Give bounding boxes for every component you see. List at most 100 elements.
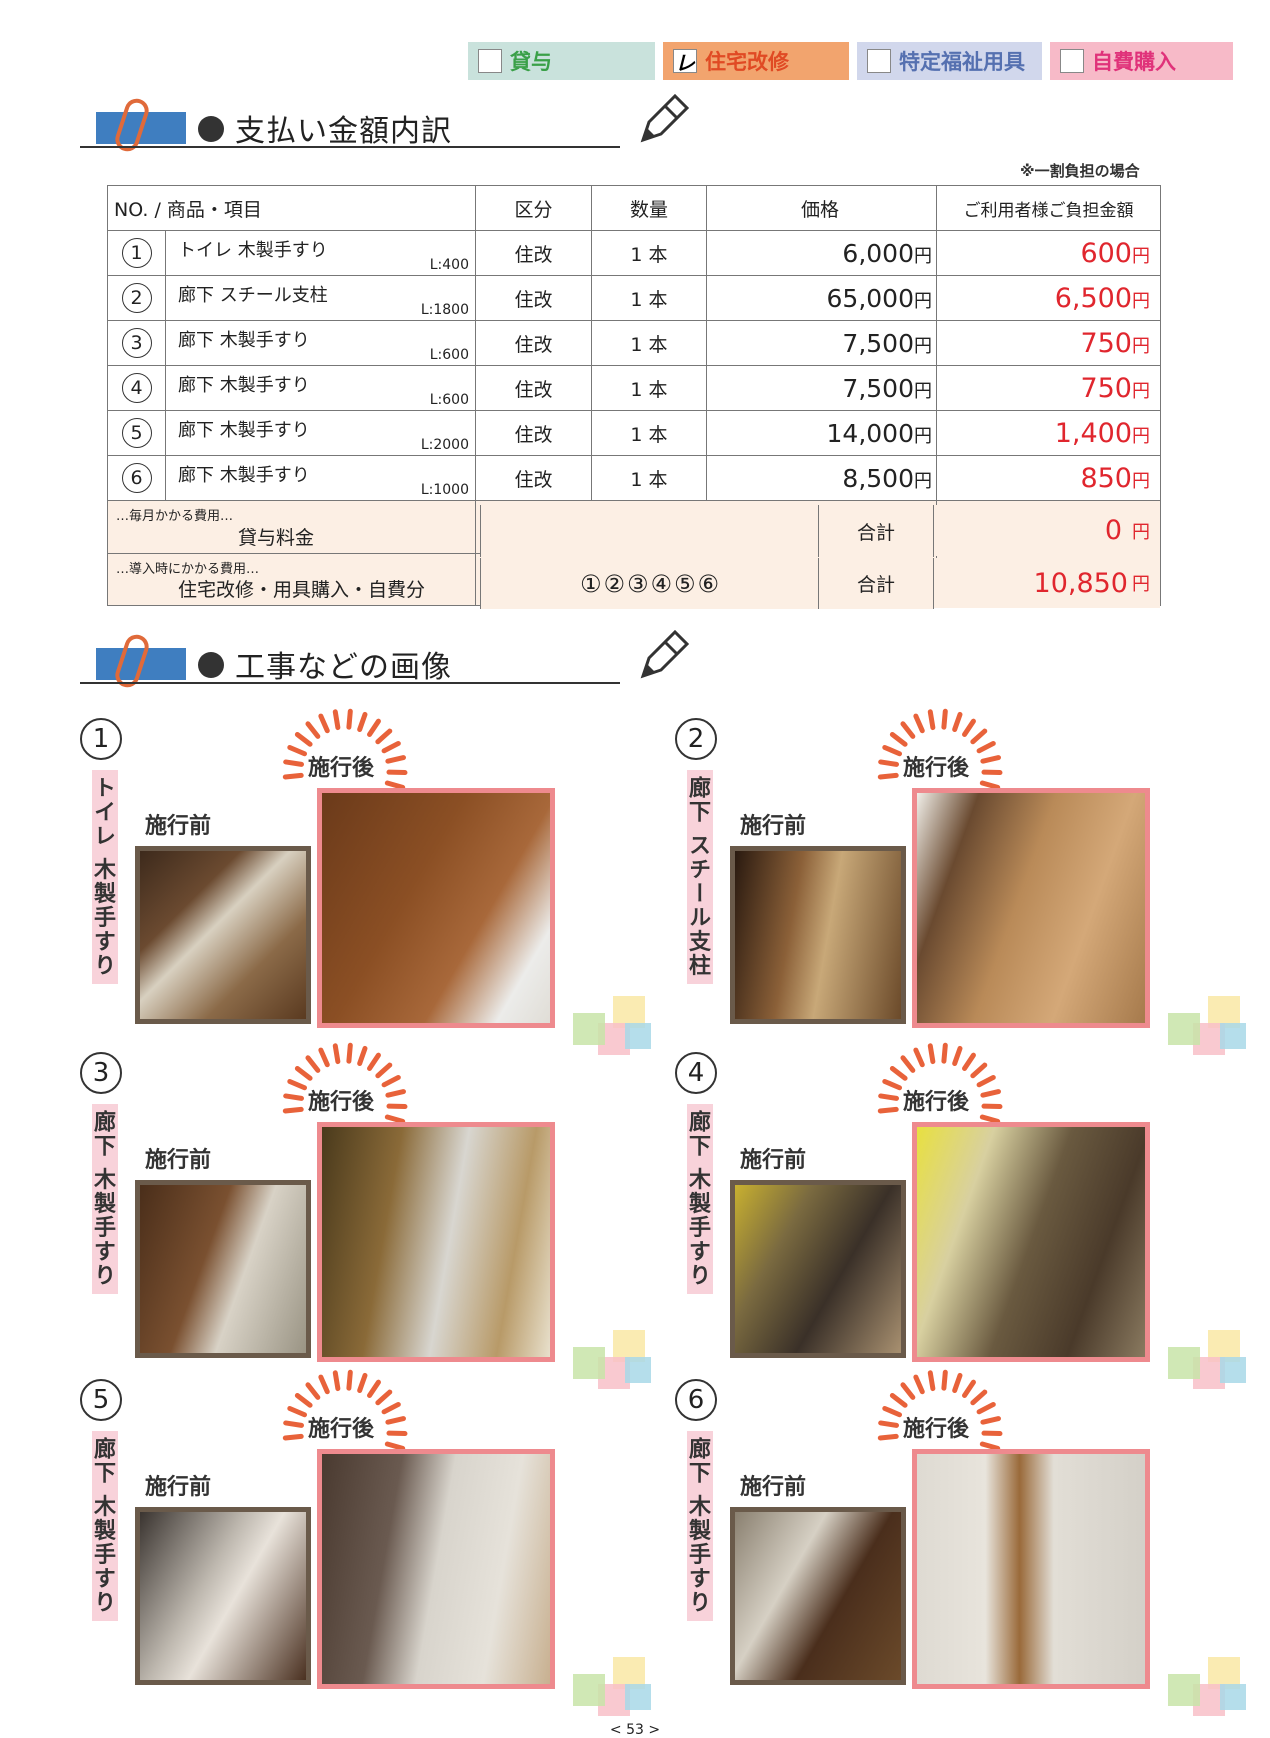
row-qty: 1 本 bbox=[592, 231, 707, 276]
pen-icon bbox=[635, 628, 691, 684]
row-number: 1 bbox=[108, 231, 166, 276]
before-label: 施行前 bbox=[740, 1469, 806, 1501]
block-vertical-label: 廊下 木製手すり bbox=[687, 1104, 713, 1294]
after-photo bbox=[317, 788, 555, 1028]
monthly-middle bbox=[480, 505, 820, 557]
deco-square bbox=[1220, 1684, 1246, 1710]
initial-items-list: ①②③④⑤⑥ bbox=[480, 558, 820, 609]
deco-square bbox=[1168, 1013, 1200, 1045]
initial-label-cell: …導入時にかかる費用… 住宅改修・用具購入・自費分 bbox=[108, 554, 476, 606]
tab-label: 住宅改修 bbox=[705, 46, 789, 76]
photo-block-2: 2 廊下 スチール支柱 施行後 施行前 bbox=[675, 718, 1235, 1018]
row-price: 7,500円 bbox=[707, 366, 937, 411]
tab-label: 自費購入 bbox=[1092, 46, 1176, 76]
row-user-burden: 850円 bbox=[937, 456, 1161, 501]
checkbox-taiyo[interactable] bbox=[478, 49, 502, 73]
initial-label: 住宅改修・用具購入・自費分 bbox=[178, 575, 425, 602]
section-title: 工事などの画像 bbox=[235, 642, 452, 686]
tab-label: 貸与 bbox=[510, 46, 552, 76]
row-user-burden: 600円 bbox=[937, 231, 1161, 276]
initial-total-value: 10,850円 bbox=[934, 558, 1160, 608]
tab-jutaku-kaishu[interactable]: レ住宅改修 bbox=[663, 42, 849, 80]
row-qty: 1 本 bbox=[592, 276, 707, 321]
monthly-total-value: 0円 bbox=[934, 505, 1160, 556]
checkbox-jutaku-kaishu[interactable]: レ bbox=[673, 49, 697, 73]
row-user-burden: 6,500円 bbox=[937, 276, 1161, 321]
photo-block-4: 4 廊下 木製手すり 施行後 施行前 bbox=[675, 1052, 1235, 1352]
row-qty: 1 本 bbox=[592, 456, 707, 501]
monthly-total-label: 合計 bbox=[818, 505, 934, 557]
checkbox-jihi-konyu[interactable] bbox=[1060, 49, 1084, 73]
tab-taiyo[interactable]: 貸与 bbox=[468, 42, 655, 80]
bullet-icon bbox=[198, 652, 224, 678]
after-label: 施行後 bbox=[308, 750, 374, 782]
row-user-burden: 750円 bbox=[937, 366, 1161, 411]
after-photo bbox=[317, 1449, 555, 1689]
before-photo bbox=[730, 1180, 906, 1358]
row-number: 4 bbox=[108, 366, 166, 411]
bullet-icon bbox=[198, 116, 224, 142]
deco-square bbox=[625, 1684, 651, 1710]
row-kubun: 住改 bbox=[476, 456, 592, 501]
deco-square bbox=[1220, 1023, 1246, 1049]
photo-block-5: 5 廊下 木製手すり 施行後 施行前 bbox=[80, 1379, 640, 1679]
row-number: 3 bbox=[108, 321, 166, 366]
block-number: 6 bbox=[675, 1379, 717, 1421]
row-user-burden: 750円 bbox=[937, 321, 1161, 366]
before-photo bbox=[730, 846, 906, 1024]
table-row: 2 廊下 スチール支柱L:1800 住改 1 本 65,000円 6,500円 bbox=[108, 276, 1161, 321]
row-price: 7,500円 bbox=[707, 321, 937, 366]
after-label: 施行後 bbox=[308, 1411, 374, 1443]
page-number: < 53 > bbox=[0, 1722, 1270, 1738]
deco-square bbox=[1168, 1347, 1200, 1379]
deco-square bbox=[1168, 1674, 1200, 1706]
before-photo bbox=[135, 1507, 311, 1685]
before-label: 施行前 bbox=[145, 1469, 211, 1501]
deco-square bbox=[573, 1347, 605, 1379]
after-photo bbox=[912, 1449, 1150, 1689]
table-row: 4 廊下 木製手すりL:600 住改 1 本 7,500円 750円 bbox=[108, 366, 1161, 411]
row-qty: 1 本 bbox=[592, 321, 707, 366]
tab-jihi-konyu[interactable]: 自費購入 bbox=[1050, 42, 1233, 80]
tab-tokutei-fukushi[interactable]: 特定福祉用具 bbox=[857, 42, 1042, 80]
section-title: 支払い金額内訳 bbox=[235, 106, 452, 150]
note-ichiwari: ※一割負担の場合 bbox=[1020, 160, 1140, 181]
row-item: 廊下 スチール支柱L:1800 bbox=[166, 276, 476, 321]
initial-total-label: 合計 bbox=[818, 558, 934, 609]
monthly-label: 貸与料金 bbox=[238, 523, 314, 550]
block-number: 1 bbox=[80, 718, 122, 760]
tab-label: 特定福祉用具 bbox=[899, 46, 1025, 76]
before-label: 施行前 bbox=[740, 1142, 806, 1174]
block-number: 5 bbox=[80, 1379, 122, 1421]
before-photo bbox=[135, 1180, 311, 1358]
row-item: 廊下 木製手すりL:600 bbox=[166, 321, 476, 366]
photo-block-1: 1 トイレ 木製手すり 施行後 施行前 bbox=[80, 718, 640, 1018]
row-number: 6 bbox=[108, 456, 166, 501]
deco-square bbox=[625, 1023, 651, 1049]
row-qty: 1 本 bbox=[592, 411, 707, 456]
after-photo bbox=[912, 788, 1150, 1028]
before-label: 施行前 bbox=[145, 808, 211, 840]
row-user-burden: 1,400円 bbox=[937, 411, 1161, 456]
header-kubun: 区分 bbox=[476, 186, 592, 231]
deco-square bbox=[573, 1674, 605, 1706]
table-row: 3 廊下 木製手すりL:600 住改 1 本 7,500円 750円 bbox=[108, 321, 1161, 366]
block-number: 4 bbox=[675, 1052, 717, 1094]
block-vertical-label: 廊下 木製手すり bbox=[92, 1431, 118, 1621]
deco-square bbox=[573, 1013, 605, 1045]
row-kubun: 住改 bbox=[476, 366, 592, 411]
after-label: 施行後 bbox=[903, 1411, 969, 1443]
block-vertical-label: 廊下 木製手すり bbox=[687, 1431, 713, 1621]
header-item: NO. / 商品・項目 bbox=[108, 186, 476, 231]
after-photo bbox=[912, 1122, 1150, 1362]
row-item: 廊下 木製手すりL:1000 bbox=[166, 456, 476, 501]
table-row: 1 トイレ 木製手すりL:400 住改 1 本 6,000円 600円 bbox=[108, 231, 1161, 276]
row-kubun: 住改 bbox=[476, 321, 592, 366]
pen-icon bbox=[635, 92, 691, 148]
checkbox-tokutei-fukushi[interactable] bbox=[867, 49, 891, 73]
row-price: 8,500円 bbox=[707, 456, 937, 501]
before-photo bbox=[730, 1507, 906, 1685]
table-row: 5 廊下 木製手すりL:2000 住改 1 本 14,000円 1,400円 bbox=[108, 411, 1161, 456]
category-tabs: 貸与 レ住宅改修 特定福祉用具 自費購入 bbox=[468, 42, 1233, 80]
row-number: 5 bbox=[108, 411, 166, 456]
